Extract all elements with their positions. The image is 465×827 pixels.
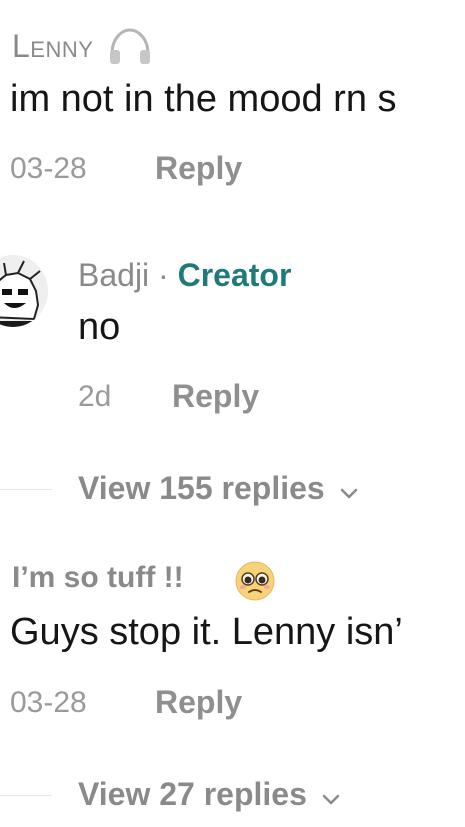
comment-1-username[interactable]: Lenny (12, 28, 93, 65)
comment-1-date: 03-28 (10, 152, 87, 185)
reply-1-date: 2d (78, 380, 112, 413)
view-replies-27-button[interactable]: View 27 replies (78, 776, 340, 815)
headphones-icon (106, 26, 154, 66)
reply-1-text: no (78, 306, 121, 348)
comment-2-text: Guys stop it. Lenny isn’ (10, 611, 403, 653)
creator-badge: Creator (177, 257, 292, 293)
comment-1-reply-button[interactable]: Reply (155, 150, 242, 187)
divider-line (0, 489, 52, 490)
comment-2-reply-button[interactable]: Reply (155, 684, 242, 721)
chevron-down-icon (322, 778, 340, 815)
view-replies-155-button[interactable]: View 155 replies (78, 470, 358, 509)
view-replies-label: View 155 replies (78, 470, 325, 506)
divider-line (0, 795, 52, 796)
comment-2-date: 03-28 (10, 686, 87, 719)
view-replies-label: View 27 replies (78, 776, 307, 812)
separator-dot: · (158, 257, 169, 293)
comment-2-username[interactable]: I’m so tuff !! (12, 561, 184, 594)
chevron-down-icon (340, 472, 358, 509)
comment-1-text: im not in the mood rn s (10, 78, 397, 120)
reply-1-reply-button[interactable]: Reply (172, 378, 259, 415)
reply-1-header: Badji · Creator (78, 257, 291, 294)
comment-2-header: I’m so tuff !! (12, 561, 184, 595)
reply-1-username[interactable]: Badji (78, 257, 149, 293)
pleading-face-icon (234, 560, 276, 602)
avatar[interactable] (0, 255, 48, 327)
